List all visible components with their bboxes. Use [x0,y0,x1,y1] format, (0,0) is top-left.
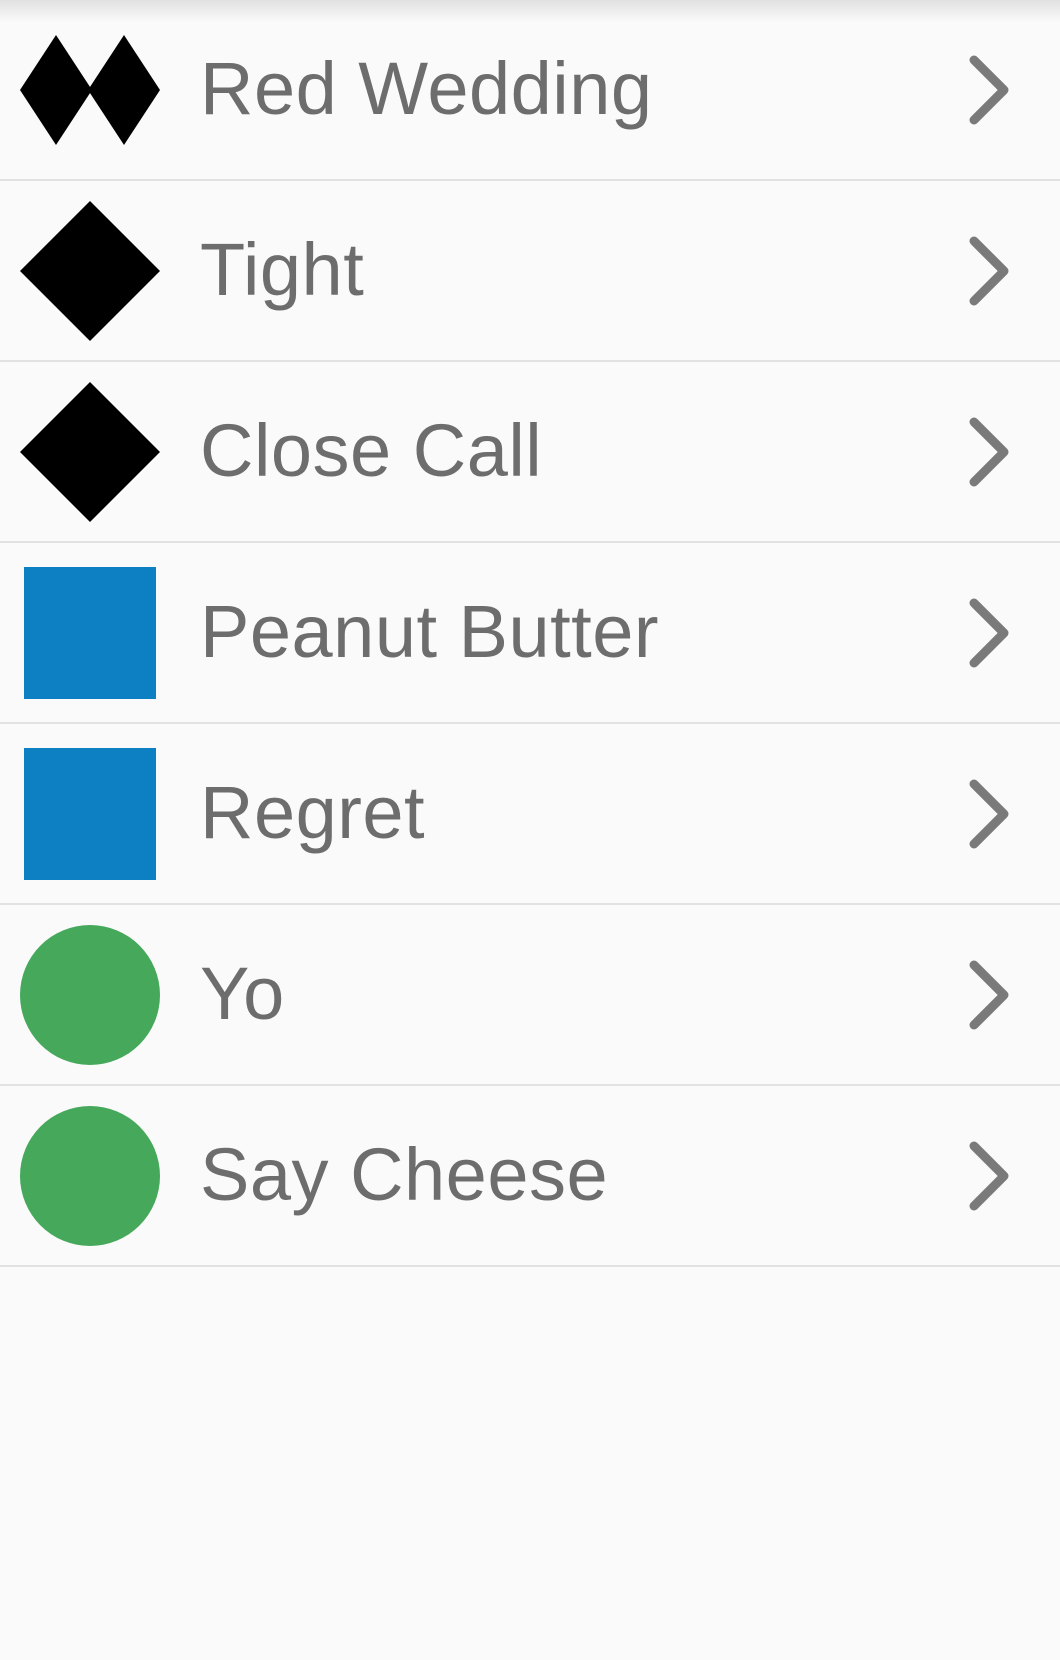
list-item-label: Say Cheese [200,1132,609,1216]
list-item-label: Tight [200,227,365,311]
list-item-label: Close Call [200,408,543,492]
blue-square-icon [20,744,160,884]
chevron-right-icon [962,231,1018,311]
list-item[interactable]: Tight [0,181,1060,362]
list-item[interactable]: Say Cheese [0,1086,1060,1267]
chevron-right-icon [962,955,1018,1035]
trail-list: Red Wedding Tight Close Call Peanut Butt… [0,0,1060,1267]
list-item-label: Red Wedding [200,46,653,130]
list-item[interactable]: Close Call [0,362,1060,543]
list-item[interactable]: Red Wedding [0,0,1060,181]
double-black-diamond-icon [20,20,160,160]
black-diamond-icon [20,200,160,341]
green-circle-icon [20,924,160,1065]
list-item-label: Yo [200,951,285,1035]
chevron-right-icon [962,50,1018,130]
blue-square-icon [20,563,160,703]
list-item-label: Peanut Butter [200,589,660,673]
chevron-right-icon [962,1136,1018,1216]
list-item-label: Regret [200,770,426,854]
green-circle-icon [20,1105,160,1246]
chevron-right-icon [962,774,1018,854]
black-diamond-icon [20,381,160,522]
list-item[interactable]: Yo [0,905,1060,1086]
page: Red Wedding Tight Close Call Peanut Butt… [0,0,1060,1660]
list-item[interactable]: Regret [0,724,1060,905]
chevron-right-icon [962,412,1018,492]
chevron-right-icon [962,593,1018,673]
list-item[interactable]: Peanut Butter [0,543,1060,724]
